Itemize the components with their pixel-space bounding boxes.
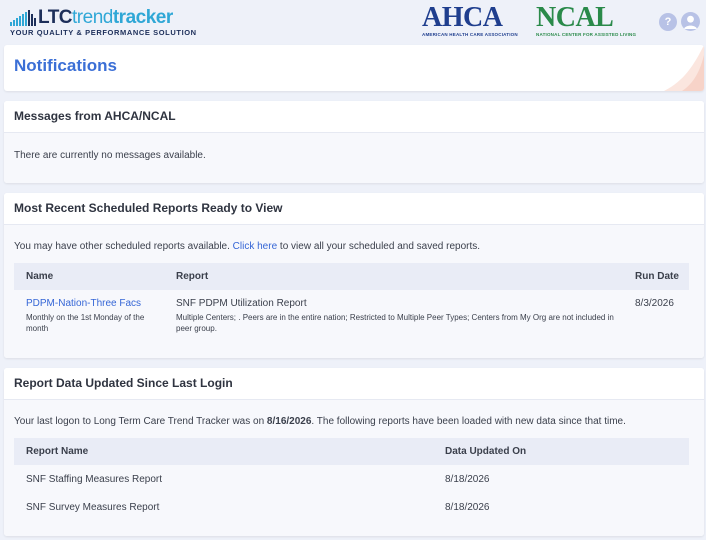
page-title: Notifications — [14, 56, 117, 75]
column-header-data-updated-on[interactable]: Data Updated On — [445, 446, 526, 457]
ahca-wordmark: AHCA — [422, 2, 503, 33]
updated-report-name: SNF Survey Measures Report — [26, 502, 160, 513]
scheduled-reports-card: Most Recent Scheduled Reports Ready to V… — [4, 193, 704, 358]
no-messages-text: There are currently no messages availabl… — [14, 150, 206, 161]
user-silhouette-icon — [684, 15, 697, 29]
user-avatar-icon[interactable] — [681, 12, 700, 31]
ahca-logo[interactable]: AHCA AMERICAN HEALTH CARE ASSOCIATION — [422, 4, 532, 38]
updated-report-date: 8/18/2026 — [445, 502, 490, 513]
updated-reports-heading: Report Data Updated Since Last Login — [4, 368, 704, 400]
scheduled-report-description: Multiple Centers; . Peers are in the ent… — [176, 313, 614, 333]
table-row[interactable]: SNF Survey Measures Report 8/18/2026 — [14, 494, 689, 521]
scheduled-frequency: Monthly on the 1st Monday of the month — [26, 313, 145, 333]
ahca-subtitle: AMERICAN HEALTH CARE ASSOCIATION — [422, 32, 518, 37]
ltc-trendtracker-logo[interactable]: LTCtrendtracker YOUR QUALITY & PERFORMAN… — [10, 8, 196, 38]
updated-report-name: SNF Staffing Measures Report — [26, 474, 162, 485]
updated-table-header: Report Name Data Updated On — [14, 438, 689, 465]
scheduled-report-type: SNF PDPM Utilization Report — [176, 298, 307, 309]
logo-tracker-text: tracker — [112, 7, 173, 28]
updated-reports-card: Report Data Updated Since Last Login You… — [4, 368, 704, 536]
scheduled-report-name-link[interactable]: PDPM-Nation-Three Facs — [26, 298, 141, 309]
messages-body: There are currently no messages availabl… — [4, 133, 704, 183]
logo-tagline: YOUR QUALITY & PERFORMANCE SOLUTION — [10, 28, 197, 37]
last-logon-before: Your last logon to Long Term Care Trend … — [14, 416, 267, 427]
last-logon-text: Your last logon to Long Term Care Trend … — [14, 416, 626, 427]
scheduled-intro-text: You may have other scheduled reports ava… — [14, 241, 480, 252]
column-header-report-name[interactable]: Report Name — [26, 446, 88, 457]
scheduled-intro-before: You may have other scheduled reports ava… — [14, 241, 233, 252]
last-logon-after: . The following reports have been loaded… — [311, 416, 626, 427]
logo-wordmark: LTCtrendtracker — [38, 8, 173, 28]
table-row: PDPM-Nation-Three Facs Monthly on the 1s… — [14, 291, 689, 351]
table-row[interactable]: SNF Staffing Measures Report 8/18/2026 — [14, 466, 689, 493]
column-header-run-date[interactable]: Run Date — [635, 271, 679, 282]
updated-reports-body: Your last logon to Long Term Care Trend … — [4, 400, 704, 536]
page-title-card: Notifications — [4, 45, 704, 91]
scheduled-table-header: Name Report Run Date — [14, 263, 689, 290]
column-header-report[interactable]: Report — [176, 271, 208, 282]
updated-report-date: 8/18/2026 — [445, 474, 490, 485]
scheduled-intro-after: to view all your scheduled and saved rep… — [277, 241, 481, 252]
click-here-link[interactable]: Click here — [233, 241, 277, 252]
logo-trend-text: trend — [72, 7, 113, 28]
app-header: LTCtrendtracker YOUR QUALITY & PERFORMAN… — [0, 0, 706, 44]
bars-logo-icon — [10, 10, 36, 26]
messages-heading: Messages from AHCA/NCAL — [4, 101, 704, 133]
ncal-logo[interactable]: NCAL NATIONAL CENTER FOR ASSISTED LIVING — [536, 4, 648, 38]
ncal-subtitle: NATIONAL CENTER FOR ASSISTED LIVING — [536, 32, 637, 37]
column-header-name[interactable]: Name — [26, 271, 53, 282]
scheduled-run-date: 8/3/2026 — [635, 298, 674, 309]
scheduled-reports-heading: Most Recent Scheduled Reports Ready to V… — [4, 193, 704, 225]
ncal-wordmark: NCAL — [536, 2, 614, 33]
messages-card: Messages from AHCA/NCAL There are curren… — [4, 101, 704, 183]
scheduled-reports-body: You may have other scheduled reports ava… — [4, 225, 704, 358]
help-icon[interactable]: ? — [659, 13, 677, 31]
logo-ltc-text: LTC — [38, 7, 73, 28]
last-logon-date: 8/16/2026 — [266, 416, 312, 427]
decorative-swoosh — [644, 45, 704, 91]
